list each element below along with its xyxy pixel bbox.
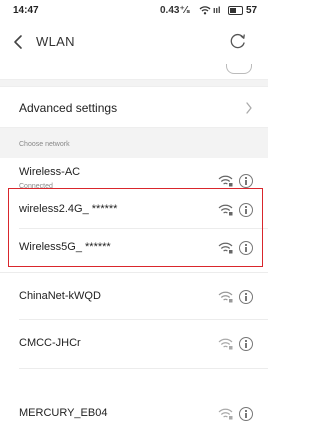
chevron-left-icon[interactable] xyxy=(10,32,28,52)
info-icon[interactable] xyxy=(239,407,253,421)
wifi-signal-icon xyxy=(218,242,233,254)
info-icon[interactable] xyxy=(239,174,253,188)
network-item-cmcc[interactable]: CMCC-JHCr xyxy=(0,320,268,368)
network-name: CMCC-JHCr xyxy=(19,337,81,349)
chevron-right-icon xyxy=(246,102,252,114)
network-item-wireless5g[interactable]: Wireless5G_ ****** xyxy=(0,229,268,265)
info-icon[interactable] xyxy=(239,203,253,217)
battery-icon xyxy=(228,6,243,15)
page-title: WLAN xyxy=(36,34,75,49)
network-name: wireless2.4G_ ****** xyxy=(19,203,118,215)
network-name: MERCURY_EB04 xyxy=(19,407,108,419)
wlan-toggle[interactable] xyxy=(226,64,252,74)
status-time: 14:47 xyxy=(13,5,39,16)
network-item-wireless2-4g[interactable]: wireless2.4G_ ****** xyxy=(0,192,268,228)
network-item-mercury[interactable]: MERCURY_EB04 xyxy=(0,369,268,430)
advanced-settings-row[interactable]: Advanced settings xyxy=(0,86,268,128)
network-item-chinanet[interactable]: ChinaNet-kWQD xyxy=(0,273,268,319)
status-bar: 14:47 0.43⁺⁄ₛ ııl 57 xyxy=(0,0,268,22)
network-status: Connected xyxy=(19,183,53,190)
info-icon[interactable] xyxy=(239,290,253,304)
network-name: Wireless-AC xyxy=(19,166,81,178)
battery-fill xyxy=(230,8,236,13)
app-header: WLAN xyxy=(0,22,268,62)
advanced-settings-label: Advanced settings xyxy=(19,101,118,115)
signal-strength-icon: ııl xyxy=(213,5,221,15)
wlan-toggle-row xyxy=(0,62,268,80)
status-network-speed: 0.43⁺⁄ₛ xyxy=(160,5,191,16)
battery-percent: 57 xyxy=(246,5,258,16)
wifi-signal-icon xyxy=(218,338,233,350)
network-item-wireless-ac[interactable]: Wireless-AC Connected xyxy=(0,158,268,190)
wifi-signal-icon xyxy=(218,175,233,187)
wifi-status-icon xyxy=(199,6,211,15)
network-name: ChinaNet-kWQD xyxy=(19,290,101,302)
wifi-signal-icon xyxy=(218,408,233,420)
section-label: Choose network xyxy=(19,141,70,148)
refresh-icon[interactable] xyxy=(228,31,248,51)
network-name: Wireless5G_ ****** xyxy=(19,241,111,253)
wifi-signal-icon xyxy=(218,291,233,303)
info-icon[interactable] xyxy=(239,241,253,255)
info-icon[interactable] xyxy=(239,337,253,351)
wifi-signal-icon xyxy=(218,204,233,216)
